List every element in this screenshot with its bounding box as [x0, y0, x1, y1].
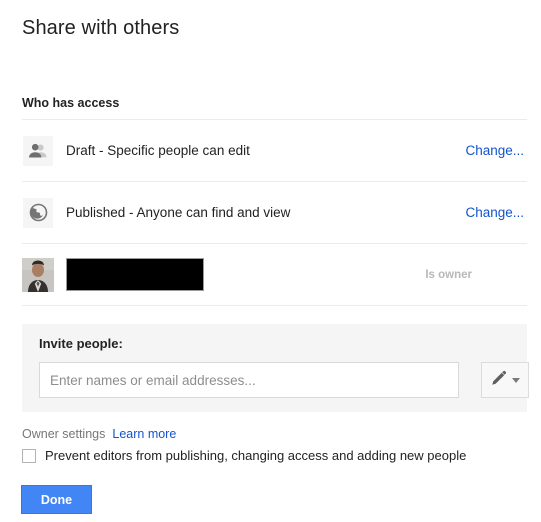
avatar [22, 257, 54, 292]
invite-people-panel: Invite people: [22, 324, 529, 412]
access-list: Draft - Specific people can edit Change.… [22, 119, 527, 306]
who-has-access-label: Who has access [22, 96, 120, 110]
page-title: Share with others [22, 17, 180, 39]
prevent-editors-row: Prevent editors from publishing, changin… [22, 448, 466, 463]
change-link-draft[interactable]: Change... [465, 143, 524, 158]
change-link-published[interactable]: Change... [465, 205, 524, 220]
pencil-icon [491, 369, 508, 391]
access-row-published: Published - Anyone can find and view Cha… [22, 181, 527, 243]
invite-people-label: Invite people: [39, 336, 123, 351]
access-row-draft: Draft - Specific people can edit Change.… [22, 119, 527, 181]
prevent-editors-label: Prevent editors from publishing, changin… [45, 448, 467, 463]
done-button[interactable]: Done [21, 485, 92, 514]
redacted-owner-name [66, 258, 204, 291]
globe-icon [23, 197, 53, 228]
access-row-owner: Is owner [22, 243, 527, 306]
owner-settings-label: Owner settings [22, 427, 106, 441]
access-row-label: Published - Anyone can find and view [66, 205, 291, 220]
prevent-editors-checkbox[interactable] [22, 448, 36, 463]
people-icon [23, 135, 53, 166]
invite-input[interactable] [39, 362, 459, 398]
owner-status-label: Is owner [425, 268, 472, 281]
access-row-label: Draft - Specific people can edit [66, 143, 250, 158]
permission-dropdown-button[interactable] [481, 362, 529, 398]
chevron-down-icon [511, 377, 520, 383]
owner-settings-row: Owner settings Learn more [22, 427, 176, 441]
learn-more-link[interactable]: Learn more [112, 427, 176, 441]
